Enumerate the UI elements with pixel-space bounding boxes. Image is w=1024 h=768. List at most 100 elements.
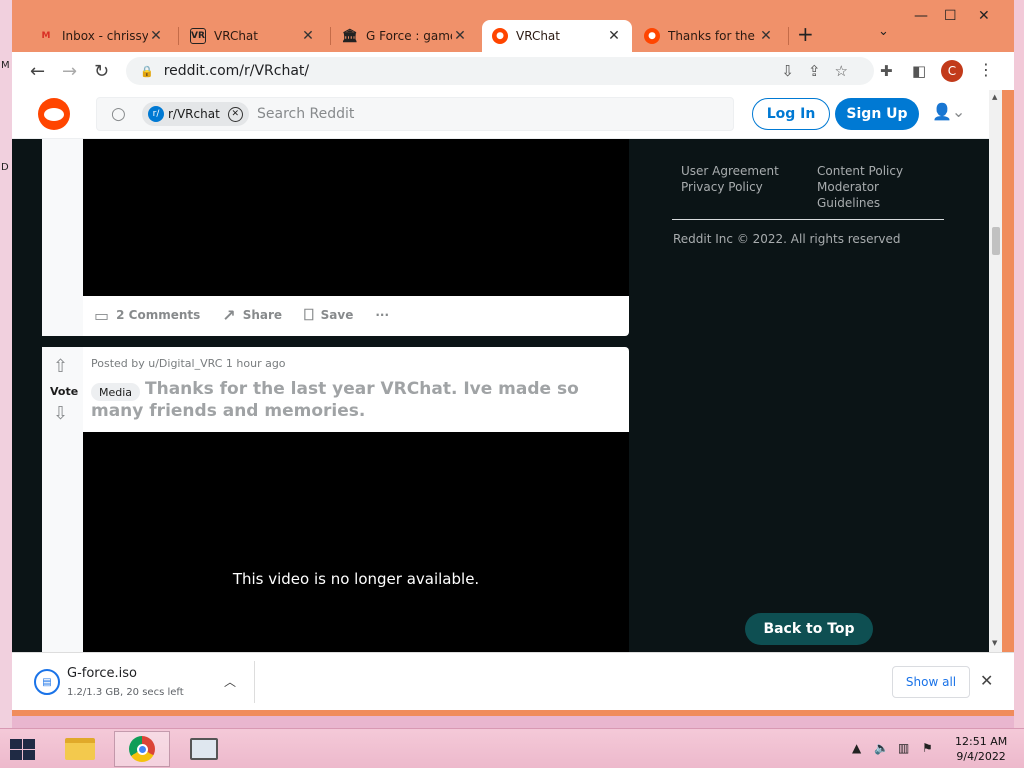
address-bar-actions[interactable]: ⇩⇪☆ (781, 62, 862, 80)
comment-icon: ▭ (94, 305, 110, 325)
scroll-down-icon[interactable]: ▼ (992, 639, 997, 647)
more-label: ··· (375, 308, 390, 322)
file-icon: ▤ (34, 669, 60, 695)
chevron-up-icon[interactable]: ︿ (224, 673, 236, 690)
page-scrollbar[interactable]: ▲ ▼ (989, 90, 1002, 652)
share-button[interactable]: ↗ Share (222, 306, 282, 325)
moderator-guidelines-link[interactable]: Guidelines (817, 195, 880, 211)
action-center-icon[interactable]: ⚑ (922, 741, 933, 755)
tab-gforce[interactable]: 🏛 G Force : gameh ✕ (332, 20, 478, 52)
tab-title: VRChat (516, 29, 560, 43)
close-icon[interactable]: ✕ (980, 671, 993, 690)
tab-vrchat-reddit[interactable]: ● VRChat ✕ (482, 20, 632, 52)
scrollbar-thumb[interactable] (992, 227, 1000, 255)
subreddit-chip[interactable]: r/ r/VRchat ✕ (142, 102, 249, 126)
search-bar[interactable]: ○ r/ r/VRchat ✕ Search Reddit (96, 97, 734, 131)
downvote-icon[interactable]: ⇩ (53, 403, 68, 424)
post-media[interactable] (83, 139, 629, 296)
tab-thanks[interactable]: ● Thanks for the la ✕ (634, 20, 784, 52)
taskbar-chrome[interactable] (114, 731, 170, 767)
menu-icon[interactable]: ⋮ (978, 60, 994, 79)
reddit-icon: ● (492, 28, 508, 44)
download-filename[interactable]: G-force.iso (67, 666, 137, 681)
tray-expand-icon[interactable]: ▲ (852, 741, 861, 755)
privacy-policy-link[interactable]: Privacy Policy (681, 179, 763, 195)
subreddit-icon: r/ (148, 106, 164, 122)
chevron-down-icon[interactable]: ⌄ (878, 24, 889, 39)
new-tab-button[interactable]: + (797, 22, 814, 46)
user-menu-icon[interactable]: 👤⌄ (932, 102, 965, 121)
post-title[interactable]: Thanks for the last year VRChat. Ive mad… (91, 378, 611, 422)
search-icon: ○ (111, 104, 126, 124)
taskbar: ▲ 🔈 ▥ ⚑ 12:51 AM 9/4/2022 (0, 728, 1024, 768)
save-label: Save (320, 308, 354, 322)
close-icon[interactable]: ✕ (758, 28, 774, 44)
vote-column: ⇧ Vote ⇩ (42, 347, 83, 652)
post-card[interactable]: ⇧ Vote ⇩ Posted by u/Digital_VRC 1 hour … (42, 347, 629, 652)
divider (672, 219, 944, 220)
extensions-icon[interactable]: ✚ (880, 62, 893, 80)
scroll-up-icon[interactable]: ▲ (992, 93, 997, 101)
search-input[interactable]: Search Reddit (257, 106, 354, 122)
maximize-button[interactable]: ☐ (944, 8, 957, 24)
comments-label: 2 Comments (116, 308, 201, 322)
taskbar-task-manager[interactable] (176, 731, 232, 767)
close-icon[interactable]: ✕ (452, 28, 468, 44)
share-icon: ↗ (222, 305, 236, 325)
download-shelf: ▤ G-force.iso 1.2/1.3 GB, 20 secs left ︿… (12, 652, 1014, 710)
login-button[interactable]: Log In (752, 98, 830, 130)
windows-start-icon[interactable] (8, 737, 36, 761)
reddit-icon: ● (644, 28, 660, 44)
upvote-icon[interactable]: ⇧ (53, 356, 68, 377)
clock-time: 12:51 AM (955, 735, 1008, 748)
minimize-button[interactable]: — (914, 8, 928, 24)
close-icon[interactable]: ✕ (227, 106, 243, 122)
desktop-icon-label: M (1, 60, 10, 71)
sidebar: User Agreement Privacy Policy Content Po… (639, 139, 989, 652)
reddit-logo-icon[interactable] (38, 98, 70, 130)
network-icon[interactable]: ▥ (898, 741, 909, 755)
signup-button[interactable]: Sign Up (835, 98, 919, 130)
user-agreement-link[interactable]: User Agreement (681, 163, 779, 179)
taskbar-explorer[interactable] (52, 731, 108, 767)
profile-avatar[interactable]: C (941, 60, 963, 82)
url-text: reddit.com/r/VRchat/ (163, 63, 310, 79)
more-options-button[interactable]: ··· (375, 308, 389, 322)
show-all-button[interactable]: Show all (892, 666, 970, 698)
content-policy-link[interactable]: Content Policy (817, 163, 903, 179)
tab-vrchat[interactable]: VR VRChat ✕ (180, 20, 326, 52)
browser-window: M Inbox - chrissym ✕ VR VRChat ✕ 🏛 G For… (12, 0, 1014, 716)
save-button[interactable]: ⎕ Save (304, 305, 353, 325)
close-window-button[interactable]: ✕ (978, 8, 990, 24)
copyright: Reddit Inc © 2022. All rights reserved (673, 232, 901, 246)
page-viewport: ○ r/ r/VRchat ✕ Search Reddit Log In Sig… (12, 90, 1000, 652)
close-icon[interactable]: ✕ (148, 28, 164, 44)
archive-icon: 🏛 (341, 28, 359, 44)
comments-button[interactable]: ▭ 2 Comments (94, 306, 200, 325)
download-status: 1.2/1.3 GB, 20 secs left (67, 687, 184, 698)
close-icon[interactable]: ✕ (300, 28, 316, 44)
folder-icon (65, 738, 95, 760)
system-clock[interactable]: 12:51 AM 9/4/2022 (955, 734, 1007, 764)
bookmark-icon: ⎕ (304, 305, 314, 324)
tab-title: VRChat (214, 29, 258, 43)
close-icon[interactable]: ✕ (606, 28, 622, 44)
address-bar[interactable]: 🔒 reddit.com/r/VRchat/ ⇩⇪☆ (126, 57, 874, 85)
subreddit-chip-label: r/VRchat (168, 107, 220, 121)
reload-icon[interactable]: ↻ (94, 61, 109, 82)
monitor-icon (190, 738, 218, 760)
post-card[interactable]: ▭ 2 Comments ↗ Share ⎕ Save ··· (42, 139, 629, 336)
back-arrow-icon[interactable]: ← (30, 61, 45, 82)
tab-strip: M Inbox - chrissym ✕ VR VRChat ✕ 🏛 G For… (12, 0, 1014, 54)
back-to-top-button[interactable]: Back to Top (745, 613, 873, 645)
lock-icon: 🔒 (140, 64, 154, 78)
post-meta: Posted by u/Digital_VRC 1 hour ago (91, 357, 286, 370)
forward-arrow-icon[interactable]: → (62, 61, 77, 82)
tab-gmail[interactable]: M Inbox - chrissym ✕ (28, 20, 174, 52)
side-panel-icon[interactable]: ◧ (912, 62, 926, 80)
post-video[interactable]: This video is no longer available. (83, 432, 629, 652)
moderator-guidelines-link[interactable]: Moderator (817, 179, 879, 195)
post-flair[interactable]: Media (91, 383, 141, 401)
clock-date: 9/4/2022 (956, 750, 1006, 763)
volume-icon[interactable]: 🔈 (874, 741, 889, 755)
